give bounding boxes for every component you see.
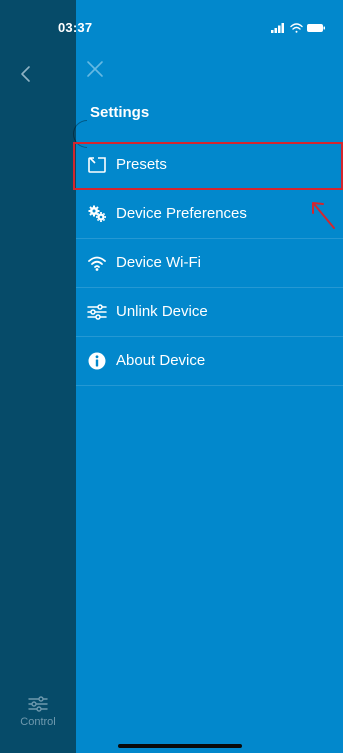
menu-item-device-preferences[interactable]: Device Preferences (76, 190, 343, 239)
menu-item-label: Presets (116, 156, 167, 173)
home-indicator[interactable] (118, 744, 242, 748)
menu-item-label: Device Preferences (116, 205, 247, 222)
wifi-status-icon (290, 23, 303, 33)
info-icon (88, 352, 106, 370)
page-title: Settings (90, 104, 150, 121)
menu-item-label: Unlink Device (116, 303, 208, 320)
battery-icon (307, 24, 325, 32)
menu-item-label: Device Wi-Fi (116, 254, 201, 271)
background-sidebar (0, 0, 76, 753)
menu-item-unlink-device[interactable]: Unlink Device (76, 288, 343, 337)
back-chevron-icon[interactable] (18, 64, 34, 84)
settings-menu: Presets Device Preferences Device Wi-Fi … (76, 141, 343, 386)
status-icons (271, 23, 325, 33)
signal-icon (271, 23, 284, 33)
settings-screen: 03:37 Settings Presets Device Preference… (0, 0, 343, 753)
annotation-arrow-icon (312, 202, 335, 229)
menu-item-label: About Device (116, 352, 206, 369)
status-bar: 03:37 (0, 0, 343, 44)
menu-item-about-device[interactable]: About Device (76, 337, 343, 386)
wifi-icon (88, 256, 106, 271)
menu-item-presets[interactable]: Presets (76, 141, 343, 190)
control-label: Control (20, 716, 56, 728)
control-tab[interactable]: Control (0, 695, 76, 728)
status-time: 03:37 (58, 20, 93, 35)
menu-item-device-wifi[interactable]: Device Wi-Fi (76, 239, 343, 288)
presets-icon (88, 157, 106, 173)
control-sliders-icon (28, 696, 48, 712)
close-icon[interactable] (86, 60, 104, 78)
gears-icon (88, 205, 106, 222)
sliders-icon (87, 304, 107, 320)
